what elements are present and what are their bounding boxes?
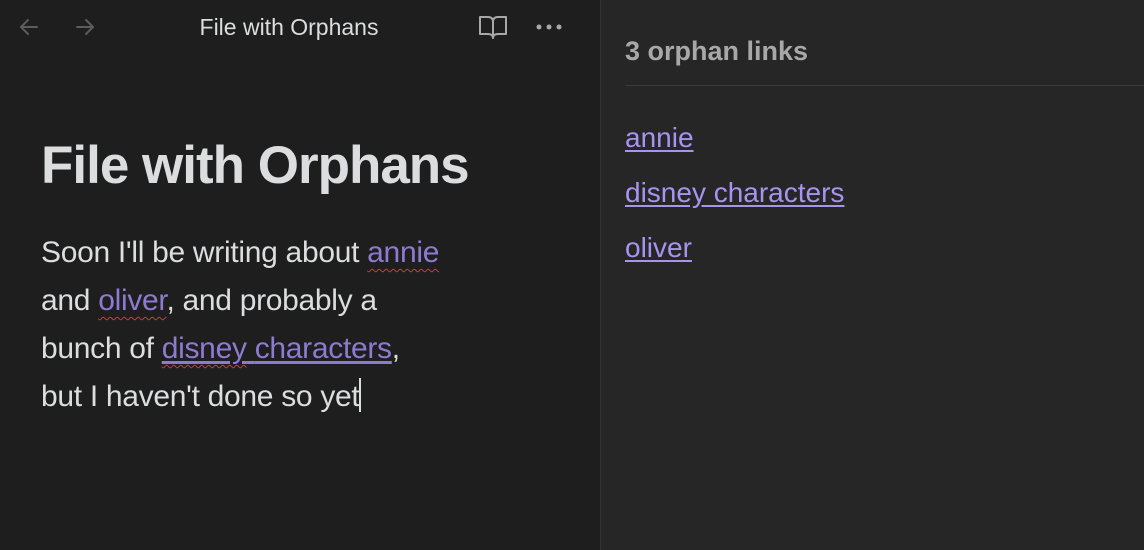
internal-link-oliver[interactable]: oliver (98, 284, 167, 317)
internal-link-annie[interactable]: annie (367, 236, 439, 269)
orphan-links-header: 3 orphan links (625, 36, 809, 66)
view-header-title[interactable]: File with Orphans (150, 14, 428, 40)
orphan-links-list: annie disney characters oliver (625, 118, 844, 283)
app-window: File with Orphans File with Orphans Soon… (0, 0, 1144, 550)
list-item: annie (625, 118, 844, 173)
more-horizontal-icon (536, 24, 562, 30)
document-text: but I haven't done so yet (41, 380, 360, 413)
document-line: Soon I'll be writing about annie (41, 229, 561, 277)
document-text: Soon I'll be writing about (41, 236, 368, 269)
internal-link-word: characters (254, 332, 392, 365)
view-header: File with Orphans (0, 0, 600, 54)
orphan-link-disney-characters[interactable]: disney characters (625, 177, 844, 208)
text-cursor (359, 378, 362, 412)
document-text: , (391, 332, 400, 365)
orphan-link-annie[interactable]: annie (625, 122, 694, 153)
book-open-icon (479, 16, 507, 39)
navigate-forward-button[interactable] (71, 14, 99, 40)
document-line: bunch of disney characters, (41, 325, 561, 373)
arrow-right-icon (76, 19, 94, 35)
reading-view-button[interactable] (477, 12, 509, 42)
list-item: disney characters (625, 173, 844, 228)
internal-link-disney-characters[interactable]: disney characters (162, 332, 392, 365)
list-item: oliver (625, 228, 844, 283)
document-title[interactable]: File with Orphans (41, 134, 470, 198)
internal-link-space (247, 332, 255, 365)
navigate-back-button[interactable] (15, 14, 43, 40)
arrow-left-icon (20, 19, 38, 35)
internal-link-word: disney (161, 332, 247, 365)
editor-pane: File with Orphans File with Orphans Soon… (0, 0, 601, 550)
document-body[interactable]: Soon I'll be writing about annie and oli… (41, 229, 561, 421)
divider (625, 85, 1144, 86)
orphan-link-oliver[interactable]: oliver (625, 232, 692, 263)
document-line: and oliver, and probably a (41, 277, 561, 325)
more-options-button[interactable] (533, 12, 565, 42)
document-text: and (41, 284, 99, 317)
document-text: bunch of (41, 332, 162, 365)
document-text: , and probably a (166, 284, 377, 317)
document-line: but I haven't done so yet (41, 373, 561, 421)
orphan-links-pane: 3 orphan links annie disney characters o… (601, 0, 1144, 550)
